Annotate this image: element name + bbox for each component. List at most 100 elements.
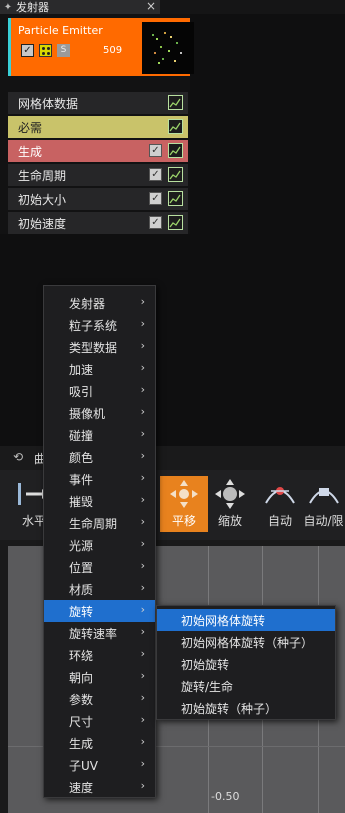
- emitter-tab-title: 发射器: [16, 1, 49, 14]
- menu-item-label: 材质: [69, 582, 94, 597]
- menu-item-label: 摄像机: [69, 406, 106, 421]
- curve-graph-icon[interactable]: [168, 119, 183, 134]
- menu-item[interactable]: 加速 ›: [44, 358, 155, 380]
- menu-item-label: 颜色: [69, 450, 94, 465]
- tab-bar-empty: [160, 0, 345, 14]
- submenu-item[interactable]: 初始旋转: [157, 653, 335, 675]
- menu-item-label: 速度: [69, 780, 94, 795]
- module-label: 初始速度: [18, 216, 67, 231]
- module-label: 初始大小: [18, 192, 67, 207]
- auto-clamped-icon: [302, 476, 345, 512]
- chevron-right-icon: ›: [140, 295, 145, 308]
- menu-item[interactable]: 吸引 ›: [44, 380, 155, 402]
- menu-item[interactable]: 朝向 ›: [44, 666, 155, 688]
- chevron-right-icon: ›: [140, 559, 145, 572]
- chevron-right-icon: ›: [140, 603, 145, 616]
- menu-item[interactable]: 生命周期 ›: [44, 512, 155, 534]
- module-row[interactable]: 必需: [8, 116, 188, 138]
- curve-graph-icon[interactable]: [168, 215, 183, 230]
- module-list: 网格体数据 必需 生成 ✓ 生命周期 ✓ 初始大小 ✓ 初始速度 ✓: [8, 92, 188, 236]
- close-icon[interactable]: ×: [146, 0, 156, 13]
- menu-item[interactable]: 碰撞 ›: [44, 424, 155, 446]
- menu-item[interactable]: 子UV ›: [44, 754, 155, 776]
- module-row[interactable]: 初始速度 ✓: [8, 212, 188, 234]
- menu-item[interactable]: 材质 ›: [44, 578, 155, 600]
- menu-item[interactable]: 参数 ›: [44, 688, 155, 710]
- menu-item[interactable]: 粒子系统 ›: [44, 314, 155, 336]
- auto-curve-button[interactable]: 自动: [256, 476, 304, 532]
- curve-graph-icon[interactable]: [168, 95, 183, 110]
- menu-item-label: 子UV: [69, 758, 98, 773]
- emitter-solo-icon[interactable]: [39, 44, 52, 57]
- chevron-right-icon: ›: [140, 339, 145, 352]
- menu-item-label: 摧毁: [69, 494, 94, 509]
- module-row[interactable]: 初始大小 ✓: [8, 188, 188, 210]
- axis-tick-label: -0.50: [211, 790, 240, 803]
- module-label: 网格体数据: [18, 96, 79, 111]
- menu-item[interactable]: 旋转 ›: [44, 600, 155, 622]
- menu-item[interactable]: 旋转速率 ›: [44, 622, 155, 644]
- module-row[interactable]: 网格体数据: [8, 92, 188, 114]
- submenu-item[interactable]: 初始旋转（种子）: [157, 697, 335, 719]
- module-enabled-checkbox[interactable]: ✓: [149, 168, 162, 181]
- chevron-right-icon: ›: [140, 515, 145, 528]
- rotation-submenu: 初始网格体旋转 初始网格体旋转（种子） 初始旋转 旋转/生命 初始旋转（种子）: [156, 605, 336, 720]
- menu-item[interactable]: 光源 ›: [44, 534, 155, 556]
- emitter-panel: Particle Emitter ✓ S 509 网格体数据 必需 生成 ✓ 生…: [0, 14, 194, 236]
- menu-item-label: 事件: [69, 472, 94, 487]
- menu-item[interactable]: 发射器 ›: [44, 292, 155, 314]
- chevron-right-icon: ›: [140, 625, 145, 638]
- menu-item-label: 光源: [69, 538, 94, 553]
- module-enabled-checkbox[interactable]: ✓: [149, 192, 162, 205]
- pan-button[interactable]: 平移: [160, 476, 208, 532]
- auto-curve-icon: [256, 476, 304, 512]
- menu-item-label: 生成: [69, 736, 94, 751]
- menu-item-label: 朝向: [69, 670, 94, 685]
- chevron-right-icon: ›: [140, 779, 145, 792]
- menu-item[interactable]: 颜色 ›: [44, 446, 155, 468]
- chevron-right-icon: ›: [140, 317, 145, 330]
- module-row[interactable]: 生命周期 ✓: [8, 164, 188, 186]
- module-enabled-checkbox[interactable]: ✓: [149, 144, 162, 157]
- chevron-right-icon: ›: [140, 361, 145, 374]
- menu-item[interactable]: 速度 ›: [44, 776, 155, 798]
- menu-item-label: 环绕: [69, 648, 94, 663]
- submenu-item[interactable]: 旋转/生命: [157, 675, 335, 697]
- emitter-tab-icon: ✦: [3, 1, 13, 13]
- menu-item[interactable]: 位置 ›: [44, 556, 155, 578]
- module-enabled-checkbox[interactable]: ✓: [149, 216, 162, 229]
- menu-item-label: 尺寸: [69, 714, 94, 729]
- module-label: 必需: [18, 120, 43, 135]
- curve-editor-tab-icon: ⟲: [13, 450, 24, 464]
- emitter-tab[interactable]: ✦ 发射器 ×: [0, 0, 160, 14]
- chevron-right-icon: ›: [140, 537, 145, 550]
- particle-count: 509: [103, 45, 123, 56]
- menu-item[interactable]: 事件 ›: [44, 468, 155, 490]
- submenu-item[interactable]: 初始网格体旋转（种子）: [157, 631, 335, 653]
- submenu-item[interactable]: 初始网格体旋转: [157, 609, 335, 631]
- emitter-s-button[interactable]: S: [57, 44, 70, 57]
- menu-item-label: 旋转: [69, 604, 94, 619]
- curve-graph-icon[interactable]: [168, 143, 183, 158]
- menu-item-label: 参数: [69, 692, 94, 707]
- emitter-enabled-checkbox[interactable]: ✓: [21, 44, 34, 57]
- menu-item-label: 加速: [69, 362, 94, 377]
- menu-item[interactable]: 摧毁 ›: [44, 490, 155, 512]
- curve-graph-icon[interactable]: [168, 191, 183, 206]
- menu-item[interactable]: 摄像机 ›: [44, 402, 155, 424]
- chevron-right-icon: ›: [140, 427, 145, 440]
- menu-item[interactable]: 环绕 ›: [44, 644, 155, 666]
- curve-graph-icon[interactable]: [168, 167, 183, 182]
- emitter-thumbnail: [142, 22, 194, 74]
- zoom-button[interactable]: 缩放: [206, 476, 254, 532]
- module-row[interactable]: 生成 ✓: [8, 140, 188, 162]
- menu-item[interactable]: 尺寸 ›: [44, 710, 155, 732]
- menu-item[interactable]: 类型数据 ›: [44, 336, 155, 358]
- chevron-right-icon: ›: [140, 713, 145, 726]
- tool-label: 自动: [267, 514, 292, 528]
- emitter-header[interactable]: Particle Emitter ✓ S 509: [8, 18, 194, 76]
- menu-item[interactable]: 生成 ›: [44, 732, 155, 754]
- tool-label: 缩放: [217, 514, 242, 528]
- auto-clamped-button[interactable]: 自动/限: [302, 476, 345, 532]
- pan-icon: [160, 476, 208, 512]
